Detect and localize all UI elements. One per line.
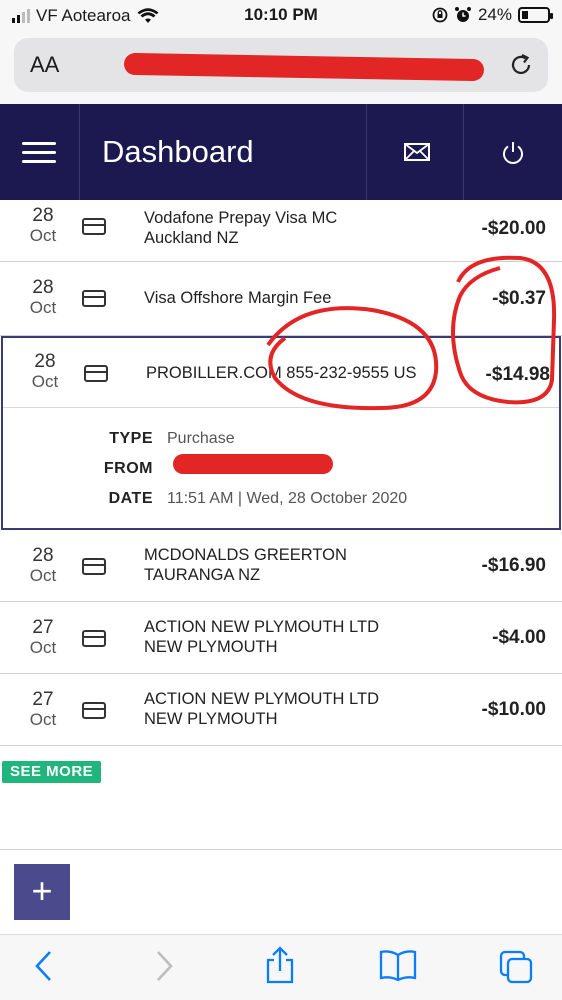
transaction-row[interactable]: 27 Oct ACTION NEW PLYMOUTH LTD NEW PLYMOUT… [0, 674, 562, 746]
transaction-description: MCDONALDS GREERTON TAURANGA NZ [144, 546, 347, 584]
transaction-row[interactable]: 28 Oct PROBILLER.COM 855-232-9555 US -$14… [3, 338, 559, 408]
transaction-row[interactable]: 28 Oct Visa Offshore Margin Fee -$0.37 [0, 262, 562, 336]
card-icon [82, 702, 106, 719]
page-title: Dashboard [102, 134, 254, 169]
transaction-description: Visa Offshore Margin Fee [144, 289, 332, 307]
add-button[interactable]: + [14, 864, 70, 920]
transaction-date: 27 Oct [29, 617, 57, 658]
transaction-description: ACTION NEW PLYMOUTH LTD NEW PLYMOUTH [144, 690, 379, 728]
card-icon [84, 365, 108, 382]
address-bar[interactable]: AA [14, 38, 548, 92]
transaction-amount: -$20.00 [481, 218, 546, 239]
logout-button[interactable] [464, 104, 562, 200]
power-icon [503, 142, 523, 164]
back-icon[interactable] [32, 949, 56, 983]
alarm-icon [454, 7, 471, 22]
bookmarks-icon[interactable] [378, 949, 418, 983]
transaction-description: ACTION NEW PLYMOUTH LTD NEW PLYMOUTH [144, 618, 379, 656]
status-bar: VF Aotearoa 10:10 PM 24% [0, 0, 562, 32]
transaction-row[interactable]: 28 Oct MCDONALDS GREERTON TAURANGA NZ -$16… [0, 530, 562, 602]
battery-icon [518, 7, 553, 23]
menu-button[interactable] [0, 104, 80, 200]
redacted-url [123, 52, 485, 82]
transaction-date: 28 Oct [29, 545, 57, 586]
see-more-button[interactable]: SEE MORE [2, 761, 102, 783]
browser-address-area: AA [0, 32, 562, 104]
transaction-amount: -$16.90 [481, 555, 546, 576]
transaction-amount: -$14.98 [485, 364, 550, 385]
transaction-amount: -$0.37 [492, 288, 546, 309]
transaction-date: 28 Oct [29, 277, 57, 318]
battery-percent: 24% [477, 5, 512, 24]
reload-icon[interactable] [508, 52, 534, 78]
transaction-amount: -$4.00 [492, 627, 546, 648]
forward-icon[interactable] [152, 949, 176, 983]
text-size-button[interactable]: AA [30, 52, 59, 78]
transaction-description: PROBILLER.COM 855-232-9555 US [146, 364, 417, 382]
card-icon [82, 630, 106, 647]
transaction-amount: -$10.00 [481, 699, 546, 720]
transaction-row[interactable]: 27 Oct ACTION NEW PLYMOUTH LTD NEW PLYMOUT… [0, 602, 562, 674]
mail-icon [404, 143, 430, 161]
card-icon [82, 558, 106, 575]
mail-button[interactable] [366, 104, 464, 200]
menu-icon [22, 142, 56, 145]
transaction-description: Vodafone Prepay Visa MC Auckland NZ [144, 209, 338, 247]
redacted-from-value [173, 454, 333, 474]
card-icon [82, 290, 106, 307]
share-icon[interactable] [264, 945, 296, 985]
transaction-expanded[interactable]: 28 Oct PROBILLER.COM 855-232-9555 US -$14… [1, 336, 561, 530]
transaction-date: 28 Oct [29, 205, 57, 246]
card-icon [82, 218, 106, 235]
transaction-row[interactable]: 28 Oct Vodafone Prepay Visa MC Auckland NZ… [0, 200, 562, 262]
browser-toolbar [0, 934, 562, 1000]
tabs-icon[interactable] [498, 949, 534, 985]
transaction-date: 28 Oct [31, 351, 59, 392]
orientation-lock-icon [432, 7, 448, 23]
divider [0, 849, 562, 850]
transaction-date: 27 Oct [29, 689, 57, 730]
app-header: Dashboard [0, 104, 562, 200]
